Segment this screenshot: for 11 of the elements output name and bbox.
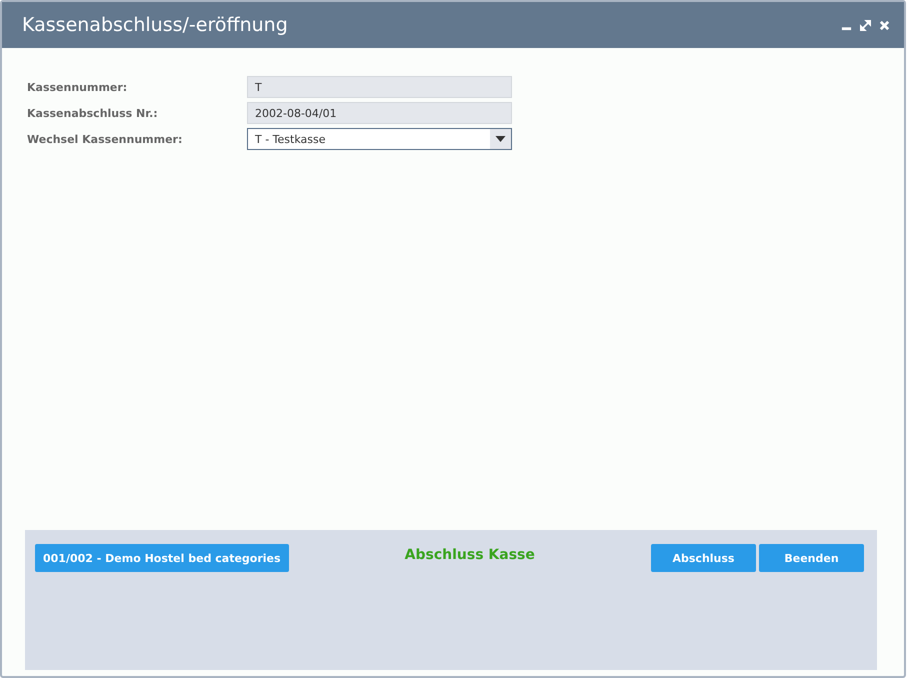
close-icon[interactable] [879,20,890,30]
readonly-field[interactable]: T [247,76,512,98]
maximize-icon[interactable] [860,20,871,30]
field-label: Kassenabschluss Nr.: [27,106,159,120]
field-label: Wechsel Kassennummer: [27,132,184,146]
caret-icon[interactable] [495,136,506,142]
dropdown-field[interactable]: T - Testkasse [247,128,512,150]
field-label: Kassennummer: [27,80,128,94]
status-text: Abschluss Kasse [404,546,536,563]
window-title: Kassenabschluss/-eröffnung [22,14,288,36]
readonly-field[interactable]: 2002-08-04/01 [247,102,512,124]
